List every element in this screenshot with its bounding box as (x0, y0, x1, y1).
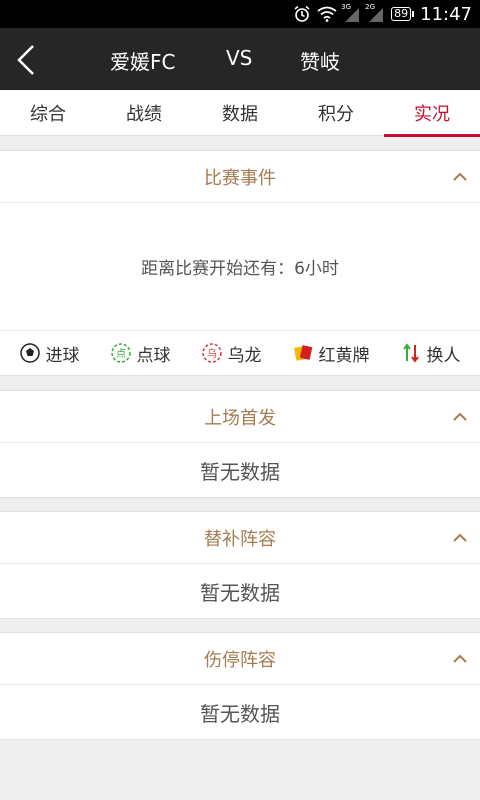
legend-penalty-label: 点球 (136, 345, 171, 366)
svg-text:乌: 乌 (207, 347, 217, 360)
signal-2g-icon: 2G (365, 3, 385, 22)
legend-goal-label: 进球 (45, 345, 80, 366)
match-events-section: 比赛事件 距离比赛开始还有：6小时 进球 点 点球 乌 乌龙 红黄牌 换人 (0, 150, 480, 376)
countdown-text: 距离比赛开始还有：6小时 (0, 203, 480, 331)
legend-own-goal-label: 乌龙 (227, 345, 262, 366)
tab-stats[interactable]: 数据 (192, 90, 288, 136)
chevron-up-icon (453, 412, 467, 421)
home-team-name: 爱媛FC (110, 50, 176, 74)
back-button[interactable] (6, 40, 46, 80)
chevron-up-icon (453, 654, 467, 663)
status-icons: 3G 2G 89 11:47 (293, 3, 472, 25)
clock: 11:47 (420, 3, 472, 25)
vs-label: VS (226, 46, 253, 70)
signal-3g-icon: 3G (341, 3, 361, 22)
subs-header[interactable]: 替补阵容 (0, 512, 480, 564)
legend-own-goal: 乌 乌龙 (201, 341, 262, 366)
lineup-title: 上场首发 (204, 407, 276, 429)
tab-live[interactable]: 实况 (384, 90, 480, 137)
injuries-section: 伤停阵容 暂无数据 (0, 632, 480, 740)
away-team-name: 赞岐 (300, 50, 340, 74)
signal-3g-label: 3G (341, 3, 352, 11)
penalty-icon: 点 (110, 343, 131, 363)
alarm-icon (293, 5, 311, 23)
lineup-empty: 暂无数据 (200, 459, 280, 484)
tab-record[interactable]: 战绩 (96, 90, 192, 136)
legend-substitution-label: 换人 (426, 345, 461, 366)
match-events-title: 比赛事件 (204, 167, 276, 189)
tab-bar: 综合 战绩 数据 积分 实况 (0, 90, 480, 137)
wifi-icon (317, 6, 337, 22)
own-goal-icon: 乌 (201, 343, 222, 363)
red-yellow-card-icon (293, 345, 312, 361)
legend-cards-label: 红黄牌 (318, 345, 370, 366)
substitution-icon (402, 343, 419, 363)
subs-empty: 暂无数据 (200, 580, 280, 605)
chevron-up-icon (453, 172, 467, 181)
match-events-header[interactable]: 比赛事件 (0, 151, 480, 203)
legend-goal: 进球 (19, 341, 80, 366)
injuries-header[interactable]: 伤停阵容 (0, 633, 480, 685)
injuries-title: 伤停阵容 (204, 649, 276, 671)
signal-2g-label: 2G (365, 3, 376, 11)
back-arrow-icon (17, 45, 34, 75)
event-legend: 进球 点 点球 乌 乌龙 红黄牌 换人 (0, 331, 480, 375)
legend-substitution: 换人 (401, 341, 461, 366)
subs-section: 替补阵容 暂无数据 (0, 511, 480, 619)
injuries-empty: 暂无数据 (200, 701, 280, 726)
tab-overview[interactable]: 综合 (0, 90, 96, 136)
lineup-section: 上场首发 暂无数据 (0, 390, 480, 498)
svg-text:点: 点 (116, 348, 126, 360)
tab-standings[interactable]: 积分 (288, 90, 384, 136)
soccer-ball-icon (19, 343, 40, 363)
legend-penalty: 点 点球 (110, 341, 171, 366)
lineup-header[interactable]: 上场首发 (0, 391, 480, 443)
match-header: 爱媛FC VS 赞岐 (0, 28, 480, 90)
status-bar: 3G 2G 89 11:47 (0, 0, 480, 28)
legend-cards: 红黄牌 (293, 341, 370, 366)
battery-icon: 89 (391, 7, 415, 21)
chevron-up-icon (453, 533, 467, 542)
subs-title: 替补阵容 (204, 528, 276, 550)
